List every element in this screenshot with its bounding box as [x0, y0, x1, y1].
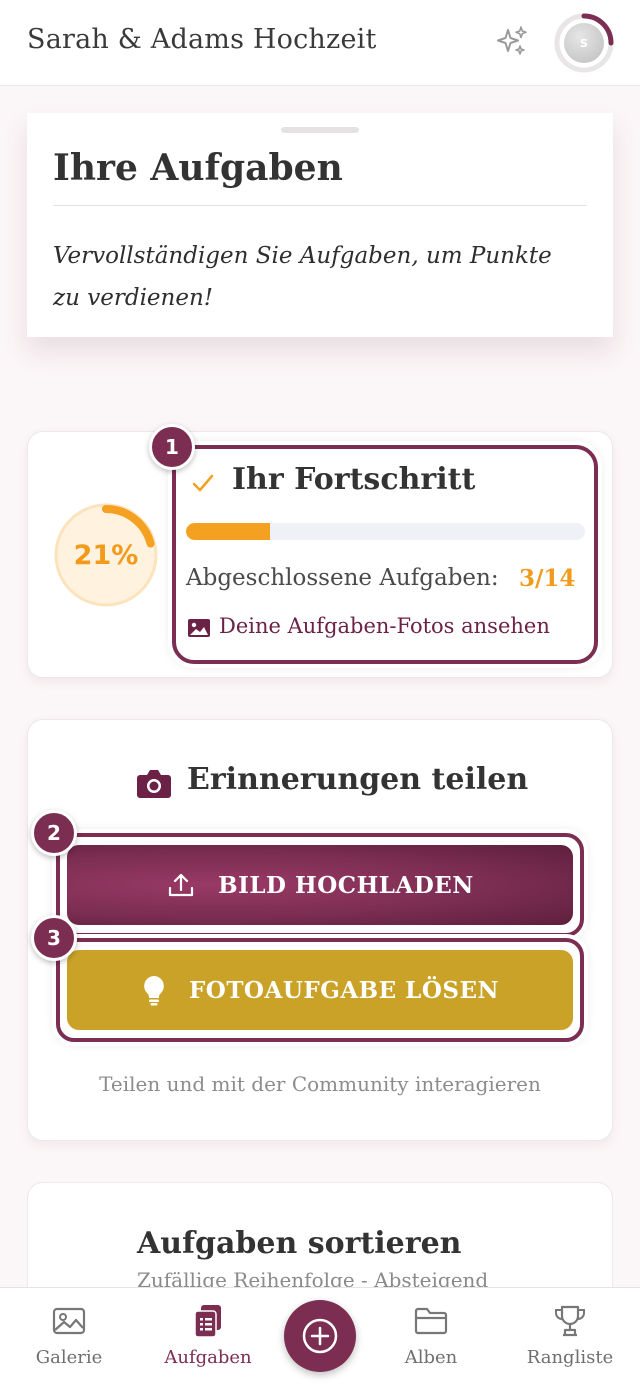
step-badge-1: 1 [149, 424, 195, 470]
intro-card: Ihre Aufgaben Vervollständigen Sie Aufga… [27, 113, 613, 337]
photos-link[interactable]: Deine Aufgaben-Fotos ansehen [219, 614, 550, 638]
app-title: Sarah & Adams Hochzeit [27, 24, 377, 55]
tasks-icon [194, 1305, 221, 1338]
upload-button[interactable]: BILD HOCHLADEN [67, 845, 573, 925]
intro-text: Vervollständigen Sie Aufgaben, um Punkte… [53, 243, 552, 311]
nav-item-aufgaben[interactable]: Aufgaben [153, 1287, 263, 1385]
upload-icon [169, 873, 194, 897]
drag-handle[interactable] [281, 127, 359, 133]
nav-label-alben: Alben [404, 1347, 458, 1368]
image-icon[interactable] [187, 618, 211, 638]
sort-title: Aufgaben sortieren [137, 1226, 462, 1261]
add-button[interactable] [284, 1300, 356, 1372]
check-icon [192, 474, 214, 492]
photo-task-button[interactable]: FOTOAUFGABE LÖSEN [67, 950, 573, 1030]
lightbulb-icon [144, 976, 164, 1006]
trophy-icon [555, 1305, 585, 1337]
plus-circle-icon [302, 1318, 338, 1354]
image-icon [52, 1307, 86, 1335]
completed-label: Abgeschlossene Aufgaben: [186, 565, 499, 591]
photo-task-button-label: FOTOAUFGABE LÖSEN [188, 976, 500, 1004]
progress-percent: 21% [73, 539, 139, 571]
nav-item-rangliste[interactable]: Rangliste [515, 1287, 625, 1385]
upload-button-label: BILD HOCHLADEN [218, 871, 474, 899]
avatar[interactable]: S [564, 23, 604, 63]
nav-item-alben[interactable]: Alben [376, 1287, 486, 1385]
share-title: Erinnerungen teilen [187, 762, 529, 797]
divider [53, 205, 587, 206]
nav-label-rangliste: Rangliste [526, 1347, 614, 1368]
progress-bar [186, 523, 585, 540]
step-badge-3: 3 [31, 915, 77, 961]
page-title: Ihre Aufgaben [53, 147, 343, 189]
step-badge-2: 2 [31, 810, 77, 856]
folder-icon [414, 1307, 448, 1335]
nav-label-aufgaben: Aufgaben [164, 1347, 252, 1368]
share-hint: Teilen und mit der Community interagiere… [99, 1072, 541, 1096]
camera-icon [137, 770, 171, 798]
progress-bar-fill [186, 523, 270, 540]
sparkles-icon[interactable] [494, 24, 530, 60]
progress-title: Ihr Fortschritt [232, 462, 476, 497]
app-header: Sarah & Adams Hochzeit S [0, 0, 640, 86]
nav-item-galerie[interactable]: Galerie [14, 1287, 124, 1385]
nav-label-galerie: Galerie [35, 1347, 103, 1368]
completed-value: 3/14 [519, 565, 576, 592]
